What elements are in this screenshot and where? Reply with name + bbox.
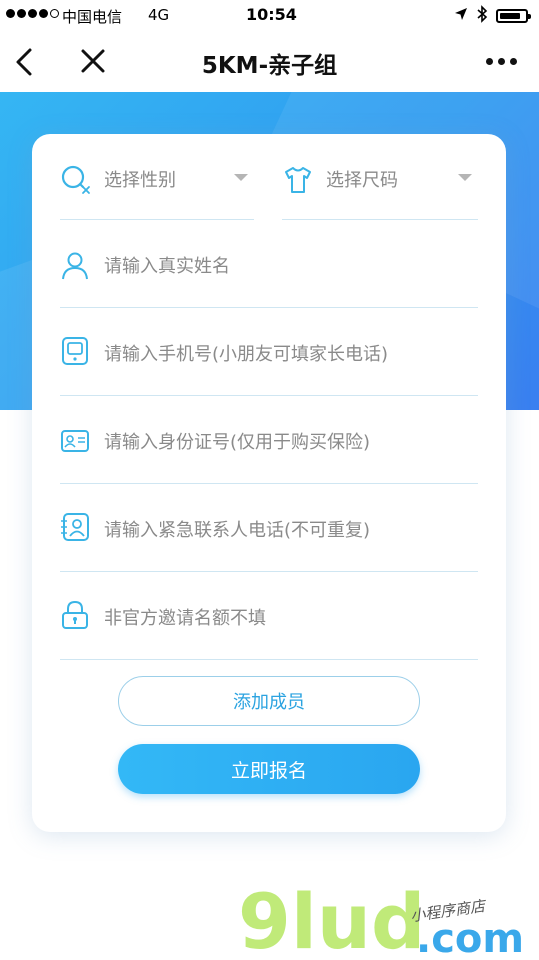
nav-bar: 5KM-亲子组: [0, 32, 539, 92]
page-title: 5KM-亲子组: [201, 53, 338, 79]
chevron-down-icon: [234, 174, 248, 181]
site-watermark-logo: 9lud .com 小程序商店: [238, 880, 524, 956]
battery-icon: [496, 9, 531, 23]
network-type: 4G: [148, 6, 170, 24]
phone-input-placeholder: 请输入手机号(小朋友可填家长电话): [104, 344, 389, 365]
carrier-name: 中国电信: [62, 8, 123, 26]
name-input-placeholder: 请输入真实姓名: [104, 256, 230, 277]
size-select[interactable]: 选择尺码: [282, 162, 478, 220]
invite-input-placeholder: 非官方邀请名额不填: [104, 608, 266, 629]
emergency-contact-field[interactable]: 请输入紧急联系人电话(不可重复): [60, 484, 478, 572]
gender-select[interactable]: 选择性别: [60, 162, 254, 220]
user-icon: [62, 252, 88, 280]
gender-select-label: 选择性别: [104, 170, 176, 191]
size-select-label: 选择尺码: [326, 170, 398, 191]
registration-form-card: 选择性别 选择尺码 请输入真实姓名 请输入手机号(小朋友可填家长电话) 请输入身…: [32, 134, 506, 832]
bluetooth-icon: [477, 5, 488, 23]
register-now-button[interactable]: 立即报名: [118, 744, 420, 794]
status-time: 10:54: [246, 5, 297, 24]
signal-strength-icon: [6, 9, 59, 18]
watermark-brand: 9lud: [238, 880, 425, 956]
id-number-field[interactable]: 请输入身份证号(仅用于购买保险): [60, 396, 478, 484]
contact-card-icon: [61, 513, 89, 541]
name-field[interactable]: 请输入真实姓名: [60, 220, 478, 308]
emergency-input-placeholder: 请输入紧急联系人电话(不可重复): [104, 520, 371, 541]
phone-field[interactable]: 请输入手机号(小朋友可填家长电话): [60, 308, 478, 396]
tshirt-icon: [285, 167, 311, 193]
add-member-button[interactable]: 添加成员: [118, 676, 420, 726]
chevron-down-icon: [458, 174, 472, 181]
search-gender-icon: [61, 165, 90, 194]
id-input-placeholder: 请输入身份证号(仅用于购买保险): [104, 432, 371, 453]
invite-code-field[interactable]: 非官方邀请名额不填: [60, 572, 478, 660]
location-arrow-icon: [455, 8, 467, 20]
id-card-icon: [61, 430, 89, 452]
more-options-icon[interactable]: [486, 58, 517, 65]
lock-icon: [62, 600, 88, 629]
mobile-phone-icon: [62, 337, 88, 365]
status-bar: 中国电信 4G 10:54: [0, 0, 539, 32]
